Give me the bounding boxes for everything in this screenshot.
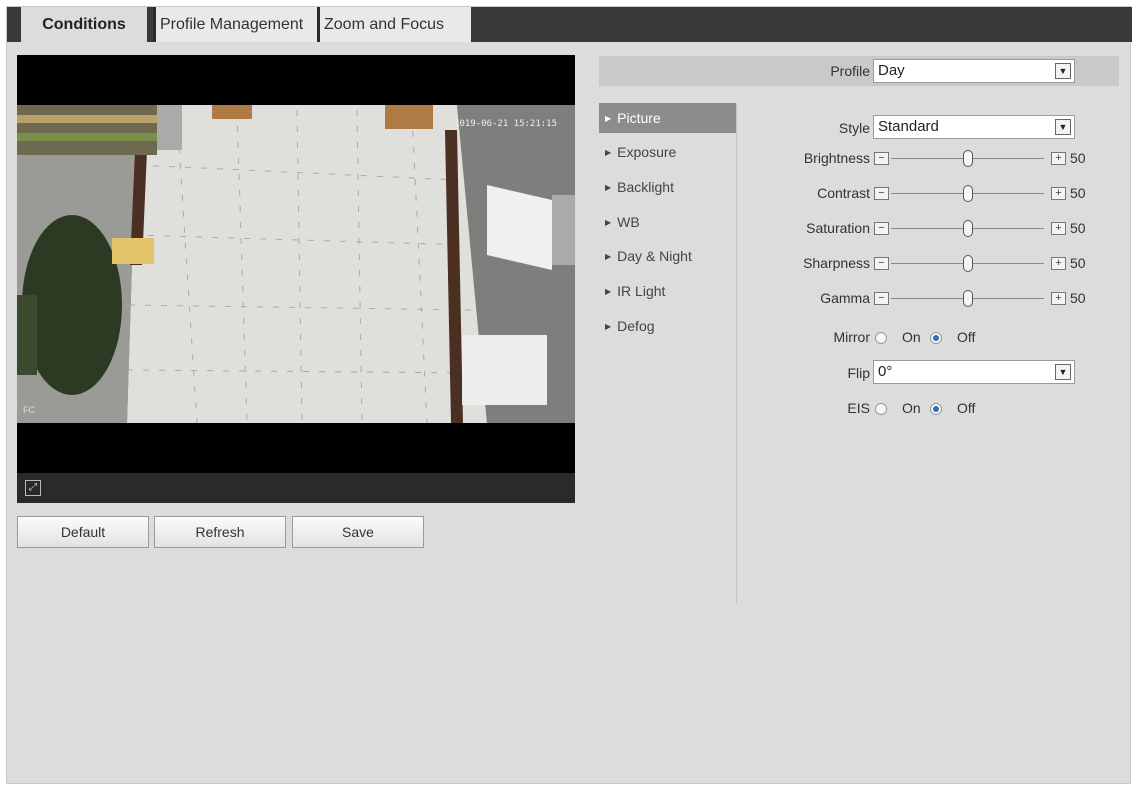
style-label: Style (838, 120, 870, 136)
gamma-slider-thumb[interactable] (962, 290, 973, 307)
video-image: 2019-06-21 15:21:15 FC (17, 105, 575, 423)
brightness-slider-thumb[interactable] (962, 150, 973, 167)
contrast-slider-row: Contrast − +50 (787, 183, 1127, 205)
menu-item-exposure[interactable]: ▶ Exposure (599, 137, 736, 167)
eis-row: EIS On Off (787, 398, 1087, 420)
sharpness-label: Sharpness (803, 255, 870, 271)
caret-right-icon: ▶ (605, 148, 612, 158)
profile-label: Profile (830, 63, 870, 79)
save-button[interactable]: Save (292, 516, 424, 548)
mirror-on-label: On (902, 329, 921, 345)
menu-item-label: IR Light (617, 283, 666, 299)
video-corner-tag: FC (23, 405, 35, 415)
chevron-down-icon: ▼ (1055, 364, 1071, 380)
brightness-value: 50 (1070, 150, 1086, 166)
menu-item-label: Day & Night (617, 248, 692, 264)
flip-label: Flip (847, 365, 870, 381)
menu-item-label: Exposure (617, 144, 677, 160)
eis-on-label: On (902, 400, 921, 416)
brightness-slider-row: Brightness − +50 (787, 148, 1127, 170)
refresh-button[interactable]: Refresh (154, 516, 286, 548)
contrast-slider-thumb[interactable] (962, 185, 973, 202)
profile-select-value: Day (878, 62, 905, 79)
live-video[interactable]: 2019-06-21 15:21:15 FC ⤢ (17, 55, 575, 503)
plus-icon[interactable]: + (1051, 152, 1066, 165)
mirror-on-radio[interactable] (875, 332, 887, 344)
menu-item-wb[interactable]: ▶ WB (599, 207, 736, 237)
eis-off-radio[interactable] (930, 403, 942, 415)
minus-icon[interactable]: − (874, 187, 889, 200)
plus-icon[interactable]: + (1051, 257, 1066, 270)
video-toolbar: ⤢ (17, 473, 575, 503)
flip-select[interactable]: 0° ▼ (873, 360, 1075, 384)
sharpness-slider-row: Sharpness − +50 (787, 253, 1127, 275)
minus-icon[interactable]: − (874, 222, 889, 235)
video-timestamp: 2019-06-21 15:21:15 (454, 119, 557, 129)
caret-right-icon: ▶ (605, 287, 612, 297)
caret-right-icon: ▶ (605, 183, 612, 193)
profile-select[interactable]: Day ▼ (873, 59, 1075, 83)
eis-label: EIS (847, 400, 870, 416)
plus-icon[interactable]: + (1051, 222, 1066, 235)
caret-right-icon: ▶ (605, 322, 612, 332)
minus-icon[interactable]: − (874, 152, 889, 165)
caret-right-icon: ▶ (605, 218, 612, 228)
tab-zoom-and-focus[interactable]: Zoom and Focus (317, 7, 471, 42)
sharpness-value: 50 (1070, 255, 1086, 271)
mirror-off-radio[interactable] (930, 332, 942, 344)
caret-right-icon: ▶ (605, 252, 612, 262)
contrast-label: Contrast (817, 185, 870, 201)
tab-bar: Conditions Profile Management Zoom and F… (7, 7, 1132, 42)
gamma-slider-row: Gamma − +50 (787, 288, 1127, 310)
gamma-value: 50 (1070, 290, 1086, 306)
chevron-down-icon: ▼ (1055, 63, 1071, 79)
sharpness-slider-thumb[interactable] (962, 255, 973, 272)
minus-icon[interactable]: − (874, 292, 889, 305)
style-select-value: Standard (878, 118, 939, 135)
chevron-down-icon: ▼ (1055, 119, 1071, 135)
mirror-off-label: Off (957, 329, 976, 345)
expand-icon[interactable]: ⤢ (25, 480, 41, 496)
page-frame: Conditions Profile Management Zoom and F… (6, 6, 1132, 784)
menu-item-defog[interactable]: ▶ Defog (599, 311, 736, 341)
mirror-label: Mirror (833, 329, 870, 345)
menu-item-label: Picture (617, 110, 661, 126)
style-select[interactable]: Standard ▼ (873, 115, 1075, 139)
eis-off-label: Off (957, 400, 976, 416)
default-button[interactable]: Default (17, 516, 149, 548)
minus-icon[interactable]: − (874, 257, 889, 270)
plus-icon[interactable]: + (1051, 292, 1066, 305)
menu-item-picture[interactable]: ▶ Picture (599, 103, 736, 133)
menu-item-ir-light[interactable]: ▶ IR Light (599, 276, 736, 306)
saturation-label: Saturation (806, 220, 870, 236)
eis-on-radio[interactable] (875, 403, 887, 415)
plus-icon[interactable]: + (1051, 187, 1066, 200)
brightness-label: Brightness (803, 150, 870, 166)
saturation-slider-row: Saturation − +50 (787, 218, 1127, 240)
menu-item-label: Backlight (617, 179, 674, 195)
saturation-value: 50 (1070, 220, 1086, 236)
tab-conditions[interactable]: Conditions (21, 7, 147, 42)
menu-item-label: Defog (617, 318, 655, 334)
menu-divider (736, 103, 737, 603)
mirror-row: Mirror On Off (787, 327, 1087, 349)
menu-item-day-night[interactable]: ▶ Day & Night (599, 241, 736, 271)
tab-profile-management[interactable]: Profile Management (153, 7, 317, 42)
flip-select-value: 0° (878, 363, 893, 380)
gamma-label: Gamma (820, 290, 870, 306)
menu-item-backlight[interactable]: ▶ Backlight (599, 172, 736, 202)
menu-item-label: WB (617, 214, 640, 230)
caret-right-icon: ▶ (605, 114, 612, 124)
contrast-value: 50 (1070, 185, 1086, 201)
saturation-slider-thumb[interactable] (962, 220, 973, 237)
